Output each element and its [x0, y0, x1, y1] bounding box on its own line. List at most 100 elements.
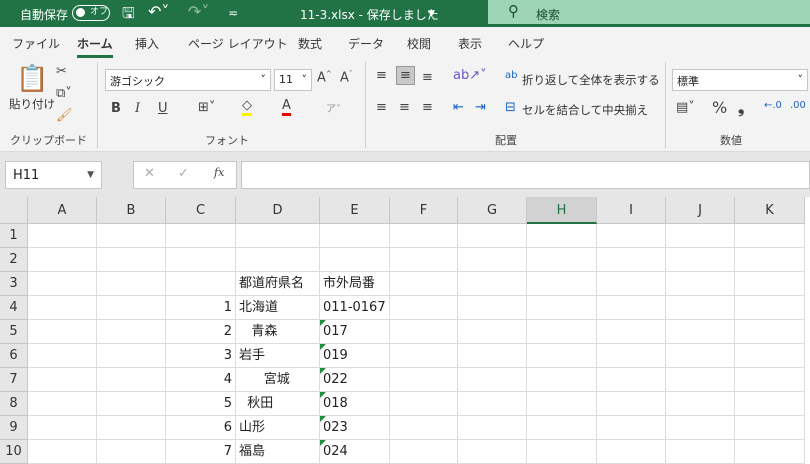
cell-E6[interactable]: 019 — [320, 344, 390, 368]
cell-E1[interactable] — [320, 224, 390, 248]
cell-D2[interactable] — [236, 248, 320, 272]
cell-I4[interactable] — [597, 296, 666, 320]
align-left-icon[interactable]: ≡ — [376, 100, 387, 115]
bold-button[interactable]: B — [111, 101, 121, 116]
cell-G2[interactable] — [458, 248, 527, 272]
cell-K4[interactable] — [735, 296, 805, 320]
column-header-H[interactable]: H — [527, 197, 597, 224]
decrease-font-icon[interactable]: Aˇ — [340, 70, 352, 85]
cell-A8[interactable] — [28, 392, 97, 416]
cell-D4[interactable]: 北海道 — [236, 296, 320, 320]
align-middle-icon[interactable]: ≡ — [396, 66, 415, 85]
merge-center-button[interactable]: セルを結合して中央揃え — [522, 102, 648, 118]
column-header-D[interactable]: D — [236, 197, 320, 224]
enter-icon[interactable]: ✓ — [178, 166, 189, 181]
cell-B10[interactable] — [97, 440, 166, 464]
cell-F10[interactable] — [390, 440, 458, 464]
cell-K5[interactable] — [735, 320, 805, 344]
cell-A10[interactable] — [28, 440, 97, 464]
cell-F1[interactable] — [390, 224, 458, 248]
cell-K9[interactable] — [735, 416, 805, 440]
cell-I9[interactable] — [597, 416, 666, 440]
cell-C6[interactable]: 3 — [166, 344, 236, 368]
cell-A3[interactable] — [28, 272, 97, 296]
cell-F9[interactable] — [390, 416, 458, 440]
cell-D8[interactable]: 秋田 — [236, 392, 320, 416]
chevron-down-icon[interactable]: ▼ — [428, 9, 435, 19]
name-box[interactable]: H11 ▼ — [5, 161, 102, 189]
decrease-indent-icon[interactable]: ⇤ — [453, 100, 464, 115]
cell-E10[interactable]: 024 — [320, 440, 390, 464]
tab-home[interactable]: ホーム — [77, 35, 113, 58]
cell-B2[interactable] — [97, 248, 166, 272]
cell-B9[interactable] — [97, 416, 166, 440]
cell-I5[interactable] — [597, 320, 666, 344]
cell-C5[interactable]: 2 — [166, 320, 236, 344]
cell-H8[interactable] — [527, 392, 597, 416]
tab-insert[interactable]: 挿入 — [135, 35, 159, 52]
borders-icon[interactable]: ⊞˅ — [198, 100, 215, 115]
cell-B1[interactable] — [97, 224, 166, 248]
customize-qat-icon[interactable]: ≂ — [228, 6, 238, 20]
cell-D5[interactable]: 青森 — [236, 320, 320, 344]
cell-G6[interactable] — [458, 344, 527, 368]
tab-file[interactable]: ファイル — [12, 35, 60, 52]
cell-J3[interactable] — [666, 272, 735, 296]
cell-I2[interactable] — [597, 248, 666, 272]
cell-G10[interactable] — [458, 440, 527, 464]
cell-I10[interactable] — [597, 440, 666, 464]
cell-E5[interactable]: 017 — [320, 320, 390, 344]
cell-F5[interactable] — [390, 320, 458, 344]
cell-J10[interactable] — [666, 440, 735, 464]
tab-formulas[interactable]: 数式 — [298, 35, 322, 52]
tab-view[interactable]: 表示 — [458, 35, 482, 52]
cell-C9[interactable]: 6 — [166, 416, 236, 440]
cut-icon[interactable]: ✂ — [56, 64, 67, 79]
paste-icon[interactable]: 📋 — [16, 64, 48, 94]
percent-button[interactable]: % — [712, 98, 727, 117]
cell-G5[interactable] — [458, 320, 527, 344]
cell-J9[interactable] — [666, 416, 735, 440]
cell-F8[interactable] — [390, 392, 458, 416]
formula-input[interactable] — [241, 161, 810, 189]
cell-B7[interactable] — [97, 368, 166, 392]
row-header-10[interactable]: 10 — [0, 440, 28, 464]
cell-K6[interactable] — [735, 344, 805, 368]
increase-decimal-icon[interactable]: ←.0 — [764, 100, 782, 111]
cell-D6[interactable]: 岩手 — [236, 344, 320, 368]
cell-H9[interactable] — [527, 416, 597, 440]
row-header-1[interactable]: 1 — [0, 224, 28, 248]
font-color-icon[interactable]: A — [282, 98, 291, 116]
decrease-decimal-icon[interactable]: .00 — [790, 100, 806, 111]
paste-label[interactable]: 貼り付け — [9, 96, 55, 112]
cell-H3[interactable] — [527, 272, 597, 296]
cell-I7[interactable] — [597, 368, 666, 392]
cell-C2[interactable] — [166, 248, 236, 272]
cell-C10[interactable]: 7 — [166, 440, 236, 464]
underline-button[interactable]: U — [158, 101, 168, 116]
cell-B5[interactable] — [97, 320, 166, 344]
cell-I8[interactable] — [597, 392, 666, 416]
number-format-dropdown[interactable]: 標準 ˅ — [672, 69, 808, 91]
cell-C3[interactable] — [166, 272, 236, 296]
cell-K3[interactable] — [735, 272, 805, 296]
cell-D7[interactable]: 宮城 — [236, 368, 320, 392]
undo-icon[interactable]: ↶˅ — [148, 2, 169, 21]
column-header-G[interactable]: G — [458, 197, 527, 224]
align-center-icon[interactable]: ≡ — [399, 100, 410, 115]
cell-G9[interactable] — [458, 416, 527, 440]
cell-A5[interactable] — [28, 320, 97, 344]
cell-H5[interactable] — [527, 320, 597, 344]
cell-G1[interactable] — [458, 224, 527, 248]
column-header-B[interactable]: B — [97, 197, 166, 224]
italic-button[interactable]: I — [135, 101, 140, 116]
row-header-3[interactable]: 3 — [0, 272, 28, 296]
row-header-6[interactable]: 6 — [0, 344, 28, 368]
cancel-icon[interactable]: ✕ — [144, 166, 155, 181]
tab-page-layout[interactable]: ページ レイアウト — [188, 35, 288, 52]
cell-B4[interactable] — [97, 296, 166, 320]
cell-E9[interactable]: 023 — [320, 416, 390, 440]
row-header-7[interactable]: 7 — [0, 368, 28, 392]
cell-D1[interactable] — [236, 224, 320, 248]
cell-B6[interactable] — [97, 344, 166, 368]
